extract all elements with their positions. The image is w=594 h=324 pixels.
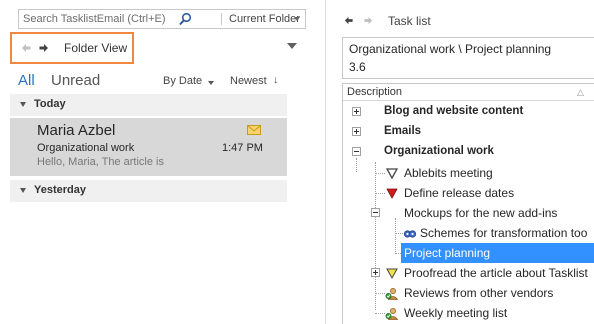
sort-arrow-icon[interactable]: ↓	[273, 74, 279, 86]
tree-item[interactable]: Emails	[343, 122, 594, 142]
filter-bar: All Unread By Date Newest ↓	[18, 72, 288, 92]
sort-order[interactable]: Newest	[230, 75, 267, 87]
task-path-box: Organizational work \ Project planning 3…	[342, 37, 594, 79]
tree-item[interactable]: Mockups for the new add-ins	[343, 203, 594, 223]
search-separator	[221, 13, 222, 25]
filter-all[interactable]: All	[18, 72, 35, 89]
back-arrow-icon[interactable]	[343, 15, 354, 26]
tree-item[interactable]: Reviews from other vendors	[343, 283, 594, 303]
task-number: 3.6	[349, 60, 366, 74]
tree-item-selected[interactable]: Project planning	[343, 243, 594, 263]
collapse-icon[interactable]	[371, 208, 380, 217]
tree-item[interactable]: Organizational work	[343, 142, 594, 162]
message-item[interactable]: Maria Azbel Organizational work 1:47 PM …	[10, 118, 287, 176]
folder-view-label[interactable]: Folder View	[64, 41, 127, 55]
sort-dropdown-icon[interactable]	[208, 81, 214, 85]
assigned-task-icon	[385, 308, 399, 320]
pane-menu-icon[interactable]	[287, 43, 297, 49]
forward-arrow-icon[interactable]	[363, 15, 374, 26]
search-input[interactable]: Search TasklistEmail (Ctrl+E)	[23, 13, 166, 25]
search-icon[interactable]	[177, 12, 193, 27]
message-list-pane: Search TasklistEmail (Ctrl+E) Current Fo…	[0, 0, 318, 324]
tree-item-label: Project planning	[404, 246, 491, 260]
tree-item-label: Proofread the article about Tasklist	[404, 266, 588, 280]
tree-item-label: Organizational work	[384, 145, 494, 157]
group-label: Today	[34, 98, 66, 110]
message-time: 1:47 PM	[222, 142, 263, 154]
search-scope[interactable]: Current Folder	[229, 13, 300, 25]
tree-item-label: Weekly meeting list	[404, 306, 508, 320]
group-header-yesterday[interactable]: Yesterday	[10, 180, 287, 202]
tree-item-label: Ablebits meeting	[404, 166, 493, 180]
task-list-pane: Task list Organizational work \ Project …	[326, 0, 594, 324]
column-header[interactable]: Description △	[343, 84, 594, 101]
group-header-today[interactable]: Today	[10, 94, 287, 116]
message-subject: Organizational work	[37, 142, 135, 154]
tree-item-label: Emails	[384, 125, 422, 137]
collapse-icon[interactable]	[20, 188, 26, 193]
tree-item[interactable]: Define release dates	[343, 183, 594, 203]
flag-red-icon	[386, 188, 398, 199]
tree-item-label: Define release dates	[404, 186, 515, 200]
task-tree: Description △ Blog and website content E…	[342, 83, 594, 324]
flag-outline-icon	[385, 168, 399, 180]
message-preview: Hello, Maria, The article is	[37, 156, 164, 168]
message-sender: Maria Azbel	[37, 122, 116, 139]
tree-item-label: Reviews from other vendors	[404, 286, 554, 300]
envelope-icon	[247, 125, 261, 135]
assigned-task-icon	[385, 288, 399, 300]
tree-item[interactable]: Ablebits meeting	[343, 163, 594, 183]
task-path: Organizational work \ Project planning	[349, 42, 552, 56]
expand-icon[interactable]	[371, 268, 380, 277]
sort-icon[interactable]: △	[577, 87, 584, 98]
collapse-icon[interactable]	[352, 147, 361, 156]
tree-item-label: Mockups for the new add-ins	[404, 206, 558, 220]
chevron-down-icon[interactable]	[294, 17, 300, 21]
filter-unread[interactable]: Unread	[51, 72, 100, 89]
tree-item-label: Schemes for transformation too	[420, 226, 588, 240]
linked-items-icon	[403, 230, 417, 238]
tree-item[interactable]: Weekly meeting list	[343, 303, 594, 323]
flag-yellow-icon	[386, 268, 398, 280]
group-label: Yesterday	[34, 184, 86, 196]
tree-item[interactable]: Blog and website content	[343, 102, 594, 122]
back-arrow-icon[interactable]	[20, 42, 32, 54]
collapse-icon[interactable]	[20, 102, 26, 107]
expand-icon[interactable]	[352, 107, 361, 116]
forward-arrow-icon[interactable]	[38, 42, 50, 54]
expand-icon[interactable]	[352, 127, 361, 136]
tree-item-label: Blog and website content	[384, 105, 524, 117]
folder-view-nav: Folder View	[10, 32, 134, 64]
search-box[interactable]: Search TasklistEmail (Ctrl+E) Current Fo…	[18, 9, 306, 29]
tree-item[interactable]: Proofread the article about Tasklist	[343, 263, 594, 283]
sort-by-date[interactable]: By Date	[163, 75, 202, 87]
column-header-label: Description	[347, 86, 403, 98]
tree-item[interactable]: Schemes for transformation too	[343, 223, 594, 243]
task-pane-title: Task list	[388, 14, 431, 28]
